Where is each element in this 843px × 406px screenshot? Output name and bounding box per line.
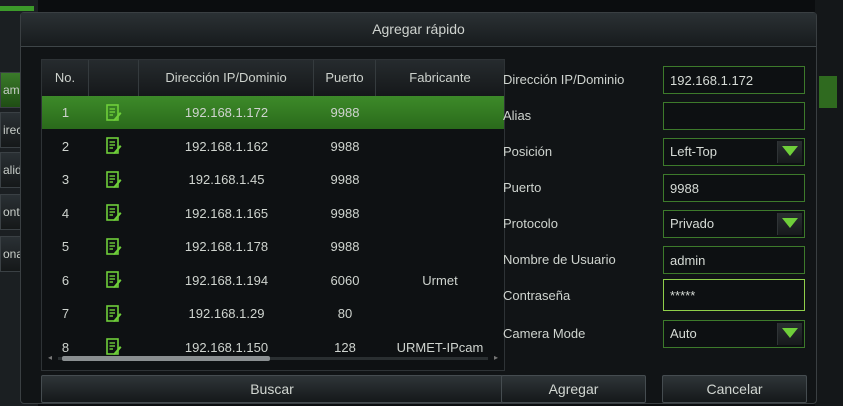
background-right-selection: [819, 76, 837, 108]
scroll-left-icon[interactable]: ◂: [48, 354, 52, 362]
protocol-select[interactable]: Privado: [663, 210, 805, 238]
row-number: 6: [61, 272, 70, 288]
edit-icon[interactable]: [89, 96, 139, 129]
background-right-panel: [815, 0, 843, 406]
row-number: 4: [61, 205, 70, 221]
row-number: 2: [61, 138, 70, 154]
row-port: 6060: [330, 272, 360, 288]
row-manufacturer: [376, 297, 504, 330]
table-row[interactable]: 3 192.168.1.45 9988: [42, 163, 504, 196]
camera-mode-select[interactable]: Auto: [663, 320, 805, 348]
column-header-ip[interactable]: Dirección IP/Dominio: [139, 60, 314, 96]
scroll-right-icon[interactable]: ▸: [494, 354, 498, 362]
row-number: 7: [61, 306, 70, 321]
cancel-button[interactable]: Cancelar: [662, 375, 807, 403]
row-manufacturer: Urmet: [422, 272, 458, 288]
row-number: 5: [61, 239, 70, 254]
row-ip-address: 192.168.1.29: [188, 306, 265, 321]
column-header-icon: [89, 60, 139, 96]
edit-icon[interactable]: [89, 197, 139, 230]
username-input[interactable]: [663, 246, 805, 274]
scroll-thumb[interactable]: [62, 356, 270, 361]
table-row[interactable]: 5 192.168.1.178 9988: [42, 230, 504, 263]
column-header-port[interactable]: Puerto: [314, 60, 376, 96]
device-table: No. Dirección IP/Dominio Puerto Fabrican…: [41, 59, 505, 371]
row-number: 3: [61, 172, 70, 187]
alias-input[interactable]: [663, 102, 805, 130]
row-port: 9988: [330, 138, 360, 154]
edit-icon[interactable]: [89, 130, 139, 163]
password-input[interactable]: [663, 279, 805, 311]
port-input[interactable]: [663, 174, 805, 202]
column-header-manufacturer[interactable]: Fabricante: [376, 60, 504, 96]
camera-mode-label: Camera Mode: [503, 326, 586, 341]
table-row[interactable]: 6 192.168.1.194 6060 Urmet: [42, 264, 504, 297]
add-button[interactable]: Agregar: [501, 375, 646, 403]
row-port: 9988: [330, 205, 360, 221]
camera-mode-value: Auto: [670, 326, 697, 341]
background-accent: [0, 6, 34, 11]
edit-icon[interactable]: [89, 230, 139, 263]
row-ip-address: 192.168.1.162: [184, 138, 269, 154]
table-header: No. Dirección IP/Dominio Puerto Fabrican…: [42, 60, 504, 97]
row-manufacturer: [376, 96, 504, 129]
dialog-title: Agregar rápido: [21, 13, 816, 47]
ip-input[interactable]: [663, 66, 805, 94]
row-ip-address: 192.168.1.165: [184, 205, 269, 221]
row-port: 80: [337, 306, 353, 321]
protocol-label: Protocolo: [503, 216, 558, 231]
table-row[interactable]: 2 192.168.1.162 9988: [42, 130, 504, 163]
row-ip-address: 192.168.1.194: [184, 272, 269, 288]
device-form: Dirección IP/Dominio Alias Posición Left…: [501, 57, 811, 357]
dropdown-arrow-icon[interactable]: [777, 213, 802, 235]
row-ip-address: 192.168.1.172: [184, 105, 269, 120]
row-port: 9988: [330, 105, 360, 120]
edit-icon[interactable]: [89, 264, 139, 297]
row-port: 9988: [330, 172, 360, 187]
ip-label: Dirección IP/Dominio: [503, 72, 625, 87]
row-ip-address: 192.168.1.178: [184, 239, 269, 254]
horizontal-scrollbar[interactable]: ◂ ▸: [48, 354, 498, 362]
position-value: Left-Top: [670, 144, 717, 159]
protocol-value: Privado: [670, 216, 715, 231]
dropdown-arrow-icon[interactable]: [777, 141, 802, 163]
row-manufacturer: [376, 197, 504, 230]
search-button[interactable]: Buscar: [41, 375, 503, 403]
edit-icon[interactable]: [89, 163, 139, 196]
row-manufacturer: [376, 130, 504, 163]
edit-icon[interactable]: [89, 297, 139, 330]
table-row[interactable]: 4 192.168.1.165 9988: [42, 197, 504, 230]
alias-label: Alias: [503, 108, 532, 123]
row-number: 1: [61, 105, 70, 120]
row-ip-address: 192.168.1.45: [188, 172, 265, 187]
position-select[interactable]: Left-Top: [663, 138, 805, 166]
row-manufacturer: [376, 230, 504, 263]
column-header-no[interactable]: No.: [42, 60, 89, 96]
row-manufacturer: [376, 163, 504, 196]
port-label: Puerto: [503, 180, 542, 195]
password-label: Contraseña: [503, 288, 571, 303]
table-row[interactable]: 7 192.168.1.29 80: [42, 297, 504, 330]
username-label: Nombre de Usuario: [503, 252, 616, 267]
table-row[interactable]: 1 192.168.1.172 9988: [42, 96, 504, 129]
row-port: 9988: [330, 239, 360, 254]
quick-add-dialog: Agregar rápido No. Dirección IP/Dominio …: [20, 12, 817, 404]
dropdown-arrow-icon[interactable]: [777, 323, 802, 345]
position-label: Posición: [503, 144, 553, 159]
